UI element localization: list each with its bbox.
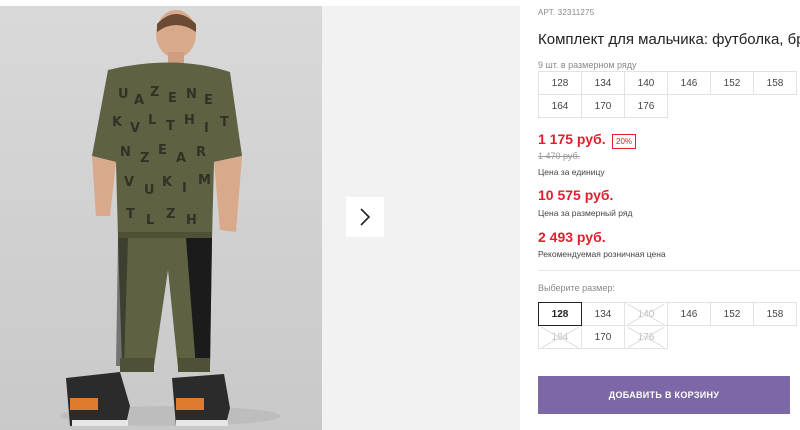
pack-size-cell: 176 (624, 94, 668, 118)
size-option-146[interactable]: 146 (667, 302, 711, 326)
svg-text:N: N (186, 87, 197, 102)
svg-text:R: R (196, 145, 206, 160)
size-option-164[interactable]: 164 (538, 325, 582, 349)
pack-size-cell: 170 (581, 94, 625, 118)
chevron-right-icon (360, 208, 371, 226)
unit-price-caption: Цена за единицу (538, 167, 605, 177)
divider (538, 270, 800, 271)
pack-size-cell: 140 (624, 71, 668, 95)
svg-text:L: L (146, 213, 154, 228)
choose-size-label: Выберите размер: (538, 283, 615, 293)
unit-price: 1 175 руб. (538, 131, 606, 147)
svg-text:H: H (184, 113, 195, 128)
svg-text:E: E (158, 143, 167, 158)
article-number: АРТ. 32311275 (538, 8, 595, 17)
gallery-next-button[interactable] (346, 197, 384, 237)
pack-size-cell: 152 (710, 71, 754, 95)
svg-text:T: T (166, 119, 175, 134)
size-option-158[interactable]: 158 (753, 302, 797, 326)
svg-text:E: E (168, 91, 177, 106)
svg-text:K: K (162, 175, 173, 190)
pack-size-cell: 164 (538, 94, 582, 118)
svg-text:K: K (112, 115, 123, 130)
svg-text:H: H (186, 213, 197, 228)
product-title: Комплект для мальчика: футболка, брюки (538, 31, 800, 48)
discount-badge: 20% (612, 134, 637, 149)
product-photo[interactable]: UAZENE KVLTHIT NZEAR VUKIM TLZH (0, 6, 322, 430)
size-option-140[interactable]: 140 (624, 302, 668, 326)
svg-text:T: T (220, 115, 229, 130)
svg-text:V: V (124, 175, 134, 190)
svg-text:Z: Z (150, 85, 159, 100)
row-price: 10 575 руб. (538, 187, 614, 203)
svg-text:A: A (176, 151, 186, 166)
svg-text:I: I (182, 181, 187, 196)
svg-text:M: M (198, 173, 211, 188)
old-price: 1 470 руб. (538, 151, 581, 161)
svg-text:A: A (134, 93, 144, 108)
pack-size-cell: 128 (538, 71, 582, 95)
size-option-128[interactable]: 128 (538, 302, 582, 326)
pack-size-grid: 128 134 140 146 152 158 164 170 176 (538, 71, 797, 118)
svg-text:N: N (120, 145, 131, 160)
svg-text:U: U (144, 183, 155, 198)
product-info-panel: АРТ. 32311275 Комплект для мальчика: фут… (538, 0, 800, 430)
retail-price-caption: Рекомендуемая розничная цена (538, 249, 666, 259)
svg-text:L: L (148, 113, 156, 128)
product-gallery: UAZENE KVLTHIT NZEAR VUKIM TLZH (0, 0, 520, 430)
svg-text:E: E (204, 93, 213, 108)
retail-price: 2 493 руб. (538, 229, 606, 245)
svg-text:Z: Z (140, 151, 149, 166)
svg-text:Z: Z (166, 207, 175, 222)
svg-text:V: V (130, 121, 140, 136)
svg-text:I: I (204, 121, 209, 136)
size-option-170[interactable]: 170 (581, 325, 625, 349)
pack-count-label: 9 шт. в размерном ряду (538, 60, 637, 70)
pack-size-cell: 134 (581, 71, 625, 95)
size-option-152[interactable]: 152 (710, 302, 754, 326)
boy-model-image: U AZ E N E K VL T HI T N ZEA R VUK IM TLZH (60, 10, 280, 426)
size-option-176[interactable]: 176 (624, 325, 668, 349)
add-to-cart-button[interactable]: ДОБАВИТЬ В КОРЗИНУ (538, 376, 790, 414)
svg-text:T: T (126, 207, 135, 222)
pack-size-cell: 146 (667, 71, 711, 95)
row-price-caption: Цена за размерный ряд (538, 208, 633, 218)
svg-text:U: U (118, 87, 129, 102)
size-option-134[interactable]: 134 (581, 302, 625, 326)
size-selector: 128 134 140 146 152 158 164 170 176 (538, 302, 797, 349)
pack-size-cell: 158 (753, 71, 797, 95)
